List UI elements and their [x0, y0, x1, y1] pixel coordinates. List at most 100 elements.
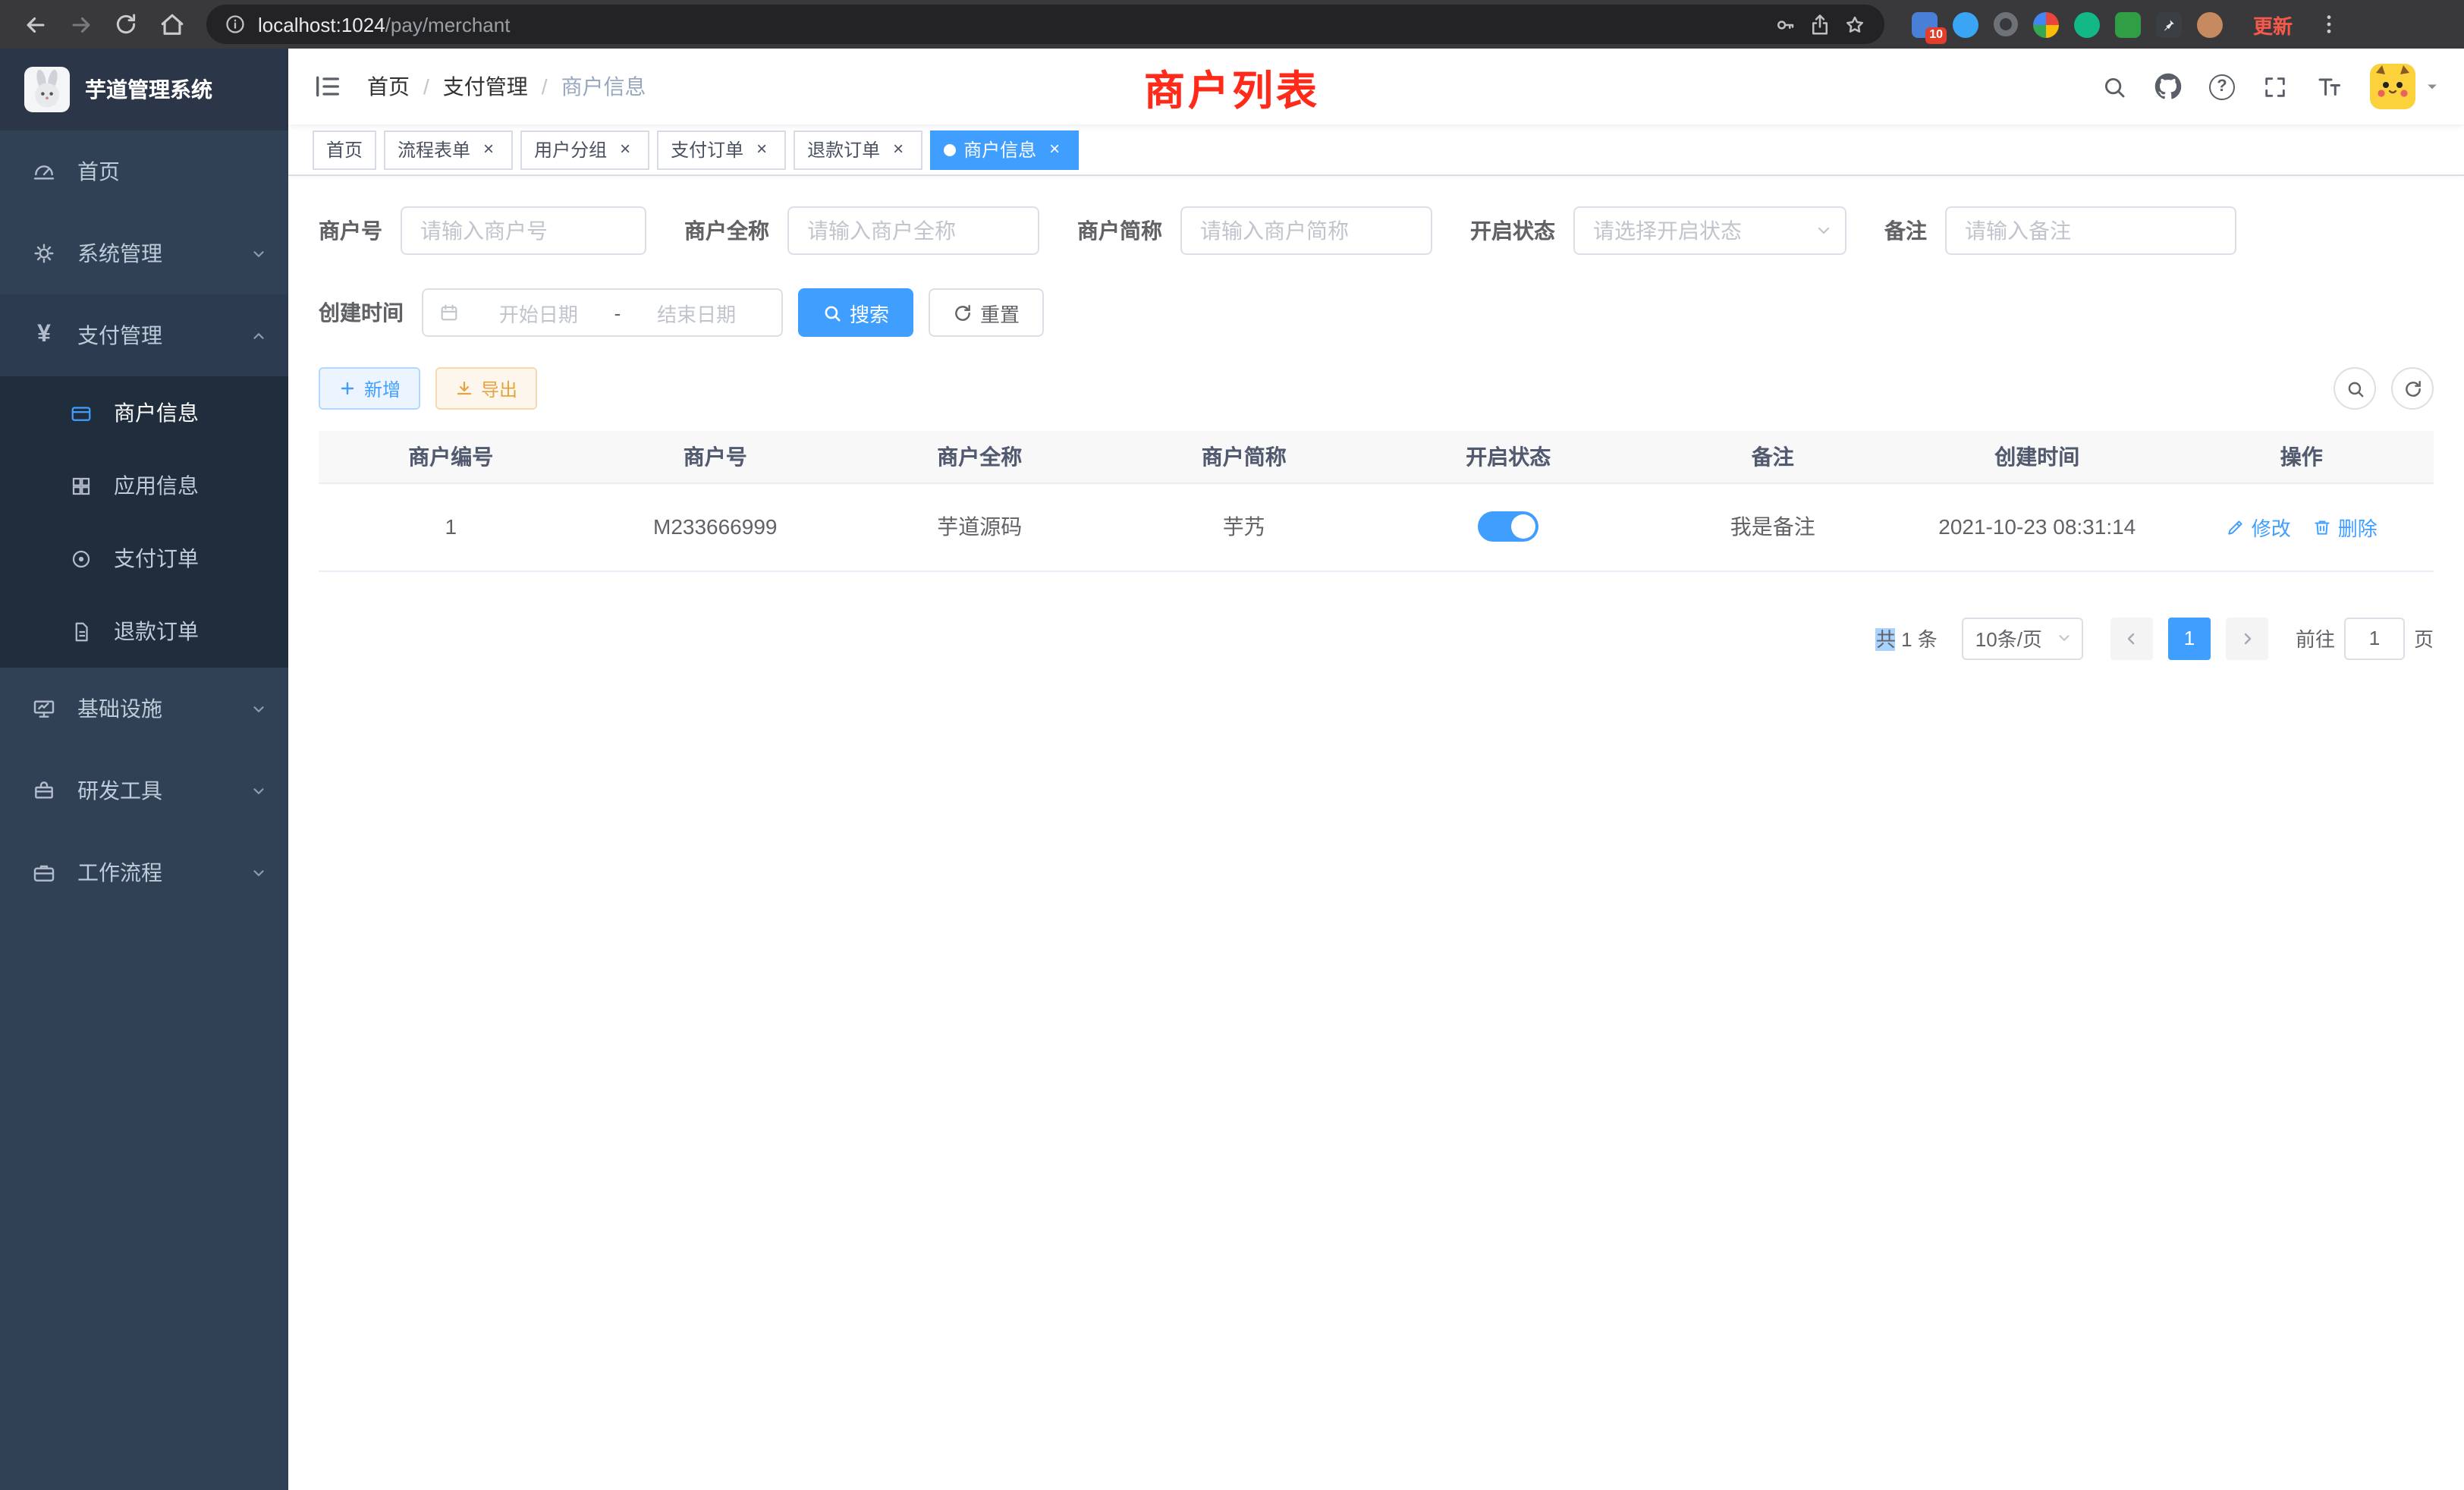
column-header: 商户全称 [847, 431, 1112, 483]
address-bar[interactable]: localhost:1024/pay/merchant [206, 5, 1884, 44]
sidebar-item-payment[interactable]: ¥ 支付管理 [0, 294, 288, 376]
top-navbar: 首页 / 支付管理 / 商户信息 ? [288, 49, 2464, 124]
sidebar-item-infrastructure[interactable]: 基础设施 [0, 668, 288, 750]
screen: localhost:1024/pay/merchant 10 [0, 0, 2464, 1490]
merchant-table: 商户编号 商户号 商户全称 商户简称 开启状态 备注 创建时间 操作 1 [319, 431, 2434, 571]
sidebar-item-home[interactable]: 首页 [0, 130, 288, 212]
chevron-down-icon [250, 864, 267, 881]
browser-forward-icon[interactable] [61, 5, 100, 44]
sidebar-item-refund-order[interactable]: 退款订单 [0, 595, 288, 668]
breadcrumb-payment[interactable]: 支付管理 [443, 71, 528, 102]
column-header: 创建时间 [1905, 431, 2170, 483]
cell-create-time: 2021-10-23 08:31:14 [1905, 483, 2170, 571]
extension-icon[interactable] [1994, 12, 2018, 36]
tab-pay-order[interactable]: 支付订单 × [657, 130, 786, 169]
sidebar-item-system[interactable]: 系统管理 [0, 212, 288, 294]
help-icon[interactable]: ? [2209, 74, 2235, 99]
user-avatar[interactable] [2370, 64, 2440, 109]
sidebar-item-merchant-info[interactable]: 商户信息 [0, 376, 288, 449]
tab-close-icon[interactable]: × [888, 139, 909, 160]
date-range-picker[interactable]: 开始日期 - 结束日期 [422, 288, 783, 337]
chevron-down-icon [250, 782, 267, 799]
browser-home-icon[interactable] [152, 5, 191, 44]
page-size-select[interactable]: 10条/页 [1962, 617, 2083, 659]
tab-user-group[interactable]: 用户分组 × [520, 130, 649, 169]
next-page-button[interactable] [2226, 617, 2268, 659]
page-content: 商户号 商户全称 商户简称 开启状态 请选择开启状态 [288, 176, 2464, 1490]
yen-icon: ¥ [30, 323, 58, 347]
briefcase-icon [30, 860, 58, 885]
extension-icon[interactable]: 10 [1912, 11, 1938, 37]
browser-update-button[interactable]: 更新 [2241, 10, 2305, 39]
refresh-table-button[interactable] [2391, 367, 2434, 410]
tab-close-icon[interactable]: × [751, 139, 772, 160]
full-name-input[interactable] [787, 206, 1039, 255]
sidebar-item-pay-order[interactable]: 支付订单 [0, 522, 288, 595]
sidebar-toggle-icon[interactable] [313, 71, 343, 102]
grid-icon [67, 474, 94, 497]
short-name-input[interactable] [1180, 206, 1432, 255]
extension-badge: 10 [1925, 27, 1947, 43]
fullscreen-icon[interactable] [2262, 74, 2288, 99]
app-logo-row[interactable]: 芋道管理系统 [0, 49, 288, 130]
search-button[interactable]: 搜索 [798, 288, 913, 337]
password-key-icon[interactable] [1774, 13, 1796, 36]
sidebar-item-workflow[interactable]: 工作流程 [0, 831, 288, 913]
end-date-placeholder: 结束日期 [627, 298, 766, 327]
chevron-up-icon [250, 327, 267, 344]
tab-merchant-info[interactable]: 商户信息 × [930, 130, 1079, 169]
tab-refund-order[interactable]: 退款订单 × [794, 130, 922, 169]
app-logo [24, 67, 70, 112]
target-icon [67, 547, 94, 570]
table-row: 1 M233666999 芋道源码 芋艿 我是备注 2021-10-23 08:… [319, 483, 2434, 571]
edit-icon [2226, 517, 2246, 536]
credit-card-icon [67, 401, 94, 424]
sidebar-item-app-info[interactable]: 应用信息 [0, 449, 288, 522]
page-number-button[interactable]: 1 [2168, 617, 2211, 659]
tab-close-icon[interactable]: × [478, 139, 499, 160]
goto-page-input[interactable] [2344, 617, 2405, 659]
prev-page-button[interactable] [2110, 617, 2153, 659]
edit-button[interactable]: 修改 [2226, 512, 2291, 541]
annotation-text: 商户列表 [1144, 58, 1320, 117]
extension-icon[interactable] [2115, 11, 2141, 37]
site-info-icon[interactable] [225, 14, 246, 35]
bookmark-star-icon[interactable] [1843, 13, 1866, 36]
extension-icon[interactable] [1953, 11, 1978, 37]
filter-row-1: 商户号 商户全称 商户简称 开启状态 请选择开启状态 [319, 206, 2434, 255]
chevron-down-icon [250, 700, 267, 717]
breadcrumb-home[interactable]: 首页 [367, 71, 410, 102]
status-select[interactable]: 请选择开启状态 [1573, 206, 1846, 255]
remark-input[interactable] [1945, 206, 2236, 255]
tab-close-icon[interactable]: × [1044, 139, 1065, 160]
font-size-icon[interactable] [2315, 73, 2343, 100]
toggle-search-button[interactable] [2334, 367, 2376, 410]
cell-full-name: 芋道源码 [847, 483, 1112, 571]
add-button[interactable]: 新增 [319, 367, 420, 410]
browser-back-icon[interactable] [15, 5, 55, 44]
pinned-extension-icon[interactable] [2156, 11, 2182, 37]
profile-avatar-icon[interactable] [2197, 11, 2223, 37]
browser-reload-icon[interactable] [106, 5, 146, 44]
export-button[interactable]: 导出 [435, 367, 537, 410]
download-icon [455, 379, 473, 398]
delete-button[interactable]: 删除 [2312, 512, 2378, 541]
search-icon[interactable] [2101, 74, 2127, 99]
browser-menu-icon[interactable] [2311, 12, 2344, 36]
reset-button[interactable]: 重置 [929, 288, 1044, 337]
tab-process-form[interactable]: 流程表单 × [384, 130, 513, 169]
extension-icon[interactable] [2074, 11, 2100, 37]
navbar-actions: ? [2101, 64, 2440, 109]
status-switch[interactable] [1478, 511, 1538, 542]
payment-submenu: 商户信息 应用信息 支付订单 [0, 376, 288, 668]
tab-close-icon[interactable]: × [614, 139, 636, 160]
column-header: 商户编号 [319, 431, 583, 483]
url-text: localhost:1024/pay/merchant [258, 13, 510, 36]
github-icon[interactable] [2154, 73, 2182, 100]
merchant-no-input[interactable] [401, 206, 646, 255]
share-icon[interactable] [1809, 13, 1831, 36]
tab-home[interactable]: 首页 [313, 130, 376, 169]
avatar-image [2370, 64, 2415, 109]
sidebar-item-dev-tools[interactable]: 研发工具 [0, 750, 288, 831]
extension-icon[interactable] [2033, 11, 2059, 37]
